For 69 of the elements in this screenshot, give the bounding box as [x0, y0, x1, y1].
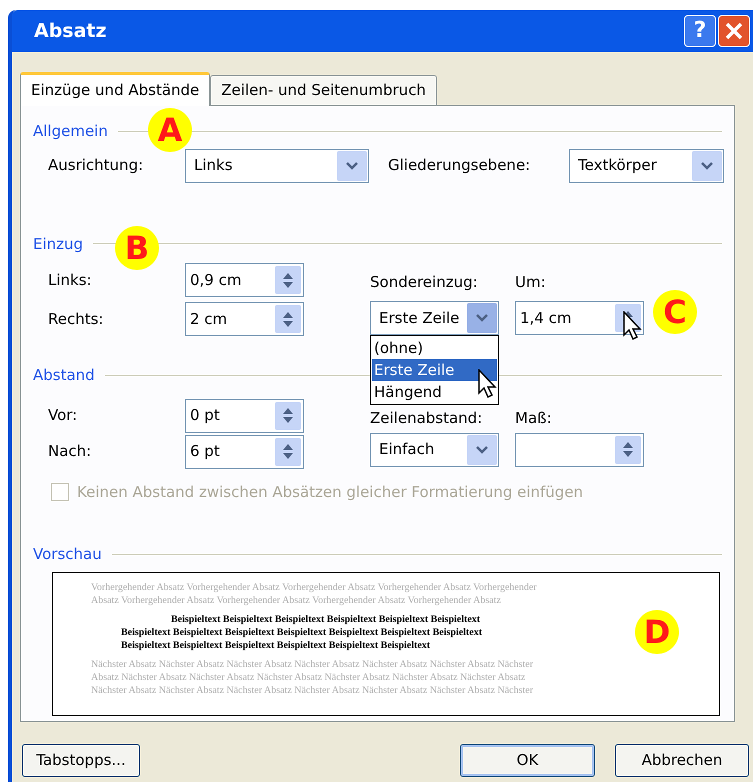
dropdown-value: Textkörper — [577, 155, 658, 176]
down-arrow-icon — [283, 453, 293, 459]
help-button[interactable]: ? — [684, 15, 716, 47]
spin-field[interactable]: 2 cm — [185, 302, 304, 336]
spin-value: 0,9 cm — [189, 270, 242, 291]
dropdown-value: Einfach — [378, 439, 436, 460]
dialog-button[interactable]: Abbrechen — [615, 744, 749, 777]
field-label: Um: — [515, 272, 547, 291]
spin-field[interactable]: 1,4 cm — [515, 301, 644, 335]
down-arrow-icon — [283, 320, 293, 326]
spin-value: 6 pt — [189, 441, 221, 462]
dropdown-option[interactable]: Erste Zeile — [372, 359, 497, 381]
preview-sample-text: Beispieltext Beispieltext Beispieltext Beispieltext Beispieltext Beispieltext — [171, 612, 480, 626]
close-icon — [725, 22, 743, 40]
down-arrow-icon — [283, 417, 293, 423]
down-arrow-icon — [283, 282, 293, 288]
dropdown[interactable]: Erste Zeile — [370, 301, 499, 335]
preview-text: Absatz Vorhergehender Absatz Vorhergehender Absatz Vorhergehender Absatz Vorhergehender Absatz — [91, 594, 501, 606]
field-label: Vor: — [48, 405, 78, 426]
dropdown-value: Erste Zeile — [378, 308, 460, 329]
tab[interactable]: Zeilen- und Seitenumbruch — [210, 75, 437, 105]
field-label: Links: — [48, 270, 93, 291]
checkbox-label: Keinen Abstand zwischen Absätzen gleicher Formatierung einfügen — [77, 482, 584, 502]
dropdown-option[interactable]: (ohne) — [372, 337, 497, 359]
field-label: Zeilenabstand: — [370, 408, 484, 428]
chevron-down-icon — [475, 313, 489, 323]
down-arrow-icon — [623, 451, 633, 457]
mouse-pointer-icon — [623, 311, 643, 341]
field-label: Gliederungsebene: — [388, 155, 532, 176]
close-button[interactable] — [718, 15, 750, 47]
preview-sample-text: Beispieltext Beispieltext Beispieltext Beispieltext Beispieltext Beispieltext Beispieltext — [121, 626, 482, 638]
group-heading: Einzug — [33, 234, 84, 254]
preview-text: Vorhergehender Absatz Vorhergehender Absatz Vorhergehender Absatz Vorhergehender Absatz Vorhergehender — [91, 580, 537, 594]
field-label: Sondereinzug: — [370, 272, 479, 291]
spin-value: 2 cm — [189, 308, 228, 330]
preview-text: Absatz Nächster Absatz Nächster Absatz Nächster Absatz Nächster Absatz Nächster Absatz Nächster Absatz — [91, 670, 526, 684]
dropdown-option[interactable]: Hängend — [372, 381, 497, 403]
dropdown[interactable]: Einfach — [370, 432, 499, 466]
spin-field[interactable] — [515, 432, 644, 466]
dialog-button[interactable]: OK — [460, 744, 595, 777]
spin-field[interactable]: 0,9 cm — [185, 263, 304, 297]
up-arrow-icon — [283, 444, 293, 450]
field-label: Ausrichtung: — [48, 155, 144, 176]
spin-value: 0 pt — [189, 405, 221, 426]
spin-value: 1,4 cm — [519, 308, 572, 329]
up-arrow-icon — [283, 272, 293, 278]
chevron-down-icon — [345, 160, 359, 170]
chevron-down-icon — [700, 160, 714, 170]
spin-field[interactable]: 6 pt — [185, 434, 304, 468]
field-label: Rechts: — [48, 308, 104, 330]
preview-sample-text: Beispieltext Beispieltext Beispieltext Beispieltext Beispieltext Beispieltext — [121, 638, 430, 652]
dropdown[interactable]: Textkörper — [569, 148, 724, 182]
up-arrow-icon — [283, 312, 293, 318]
preview-text: Nächster Absatz Nächster Absatz Nächster Absatz Nächster Absatz Nächster Absatz Nächster Absatz Nächster — [91, 658, 534, 670]
dropdown[interactable]: Links — [185, 148, 369, 182]
field-label: Nach: — [48, 441, 92, 462]
chevron-down-icon — [475, 444, 489, 454]
up-arrow-icon — [623, 442, 633, 448]
group-heading: Allgemein — [33, 121, 108, 142]
preview-text: Nächster Absatz Nächster Absatz Nächster Absatz Nächster Absatz Nächster Absatz Nächster Absatz Nächster — [91, 684, 534, 696]
up-arrow-icon — [283, 408, 293, 414]
field-label: Maß: — [515, 408, 553, 428]
group-heading: Vorschau — [33, 544, 102, 565]
group-heading: Abstand — [33, 365, 95, 386]
dialog-button[interactable]: Tabstopps... — [22, 744, 140, 777]
window-title: Absatz — [34, 18, 108, 44]
dropdown-value: Links — [193, 155, 234, 176]
spin-field[interactable]: 0 pt — [185, 398, 304, 432]
tab[interactable]: Einzüge und Abstände — [20, 72, 210, 106]
